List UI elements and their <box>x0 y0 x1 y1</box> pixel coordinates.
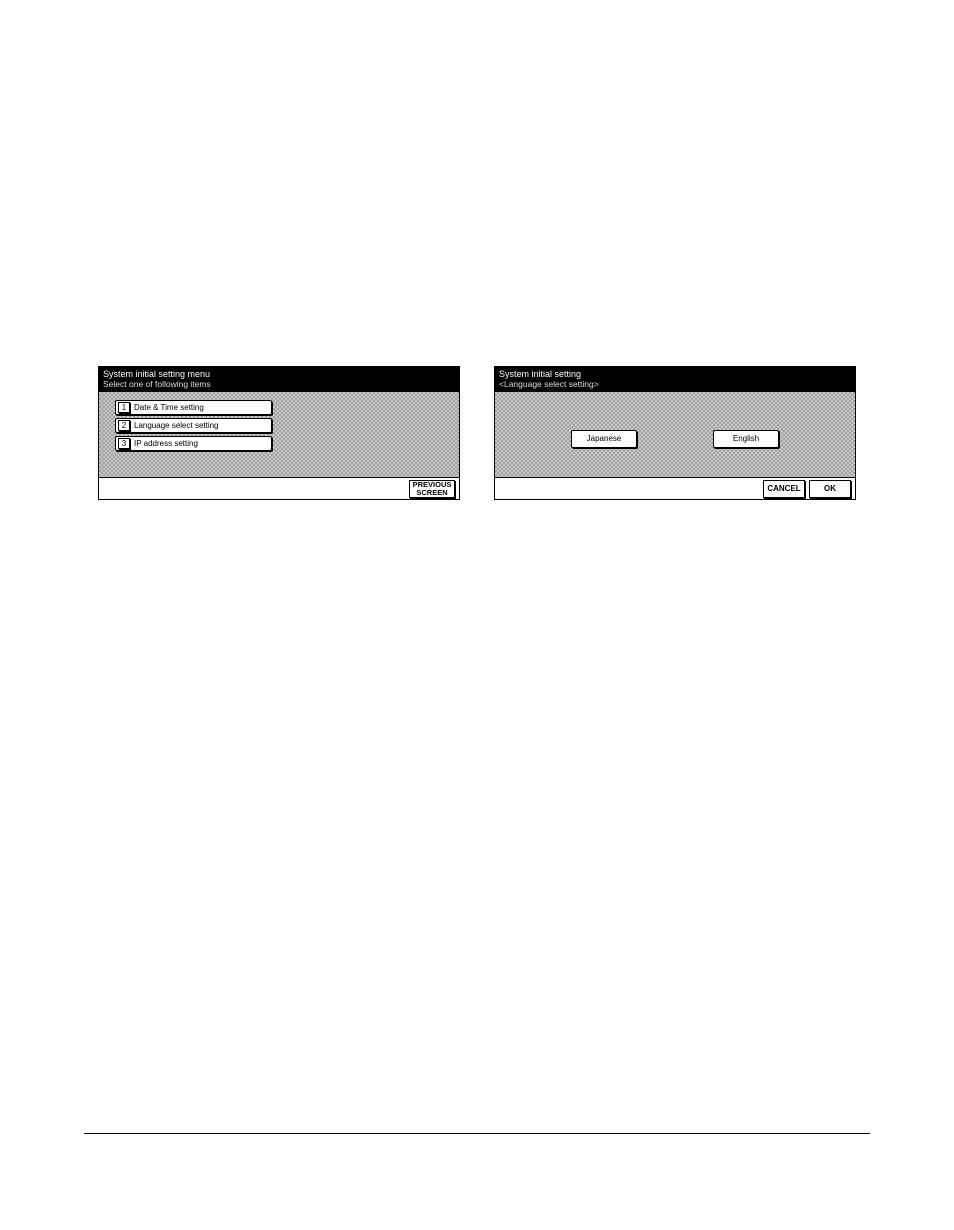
menu-item-number: 1 <box>118 402 130 413</box>
title-left-line1: System initial setting menu <box>103 369 455 379</box>
previous-screen-button[interactable]: PREVIOUS SCREEN <box>409 480 455 498</box>
ok-button[interactable]: OK <box>809 480 851 498</box>
title-right-line1: System initial setting <box>499 369 851 379</box>
menu-item-language[interactable]: 2 Language select setting <box>115 418 272 433</box>
title-bar-left: System initial setting menu Select one o… <box>99 367 459 392</box>
menu-list: 1 Date & Time setting 2 Language select … <box>115 400 272 454</box>
screen-language: System initial setting <Language select … <box>494 366 856 500</box>
bottom-bar-left: PREVIOUS SCREEN <box>99 477 459 499</box>
menu-item-label: IP address setting <box>134 439 198 449</box>
menu-item-date-time[interactable]: 1 Date & Time setting <box>115 400 272 415</box>
title-right-line2: <Language select setting> <box>499 379 851 389</box>
bottom-bar-right: CANCEL OK <box>495 477 855 499</box>
content-right: Japanese English <box>495 392 855 477</box>
menu-item-number: 2 <box>118 420 130 431</box>
menu-item-label: Date & Time setting <box>134 403 204 413</box>
title-bar-right: System initial setting <Language select … <box>495 367 855 392</box>
menu-item-label: Language select setting <box>134 421 219 431</box>
content-left: 1 Date & Time setting 2 Language select … <box>99 392 459 477</box>
cancel-button[interactable]: CANCEL <box>763 480 805 498</box>
title-left-line2: Select one of following items <box>103 379 455 389</box>
page: System initial setting menu Select one o… <box>0 0 954 1230</box>
previous-line2: SCREEN <box>416 489 447 497</box>
japanese-button[interactable]: Japanese <box>571 430 637 448</box>
menu-item-ip[interactable]: 3 IP address setting <box>115 436 272 451</box>
screens-row: System initial setting menu Select one o… <box>98 366 856 500</box>
english-button[interactable]: English <box>713 430 779 448</box>
menu-item-number: 3 <box>118 438 130 449</box>
language-buttons: Japanese English <box>495 430 855 448</box>
screen-menu: System initial setting menu Select one o… <box>98 366 460 500</box>
footer-rule <box>84 1133 870 1134</box>
